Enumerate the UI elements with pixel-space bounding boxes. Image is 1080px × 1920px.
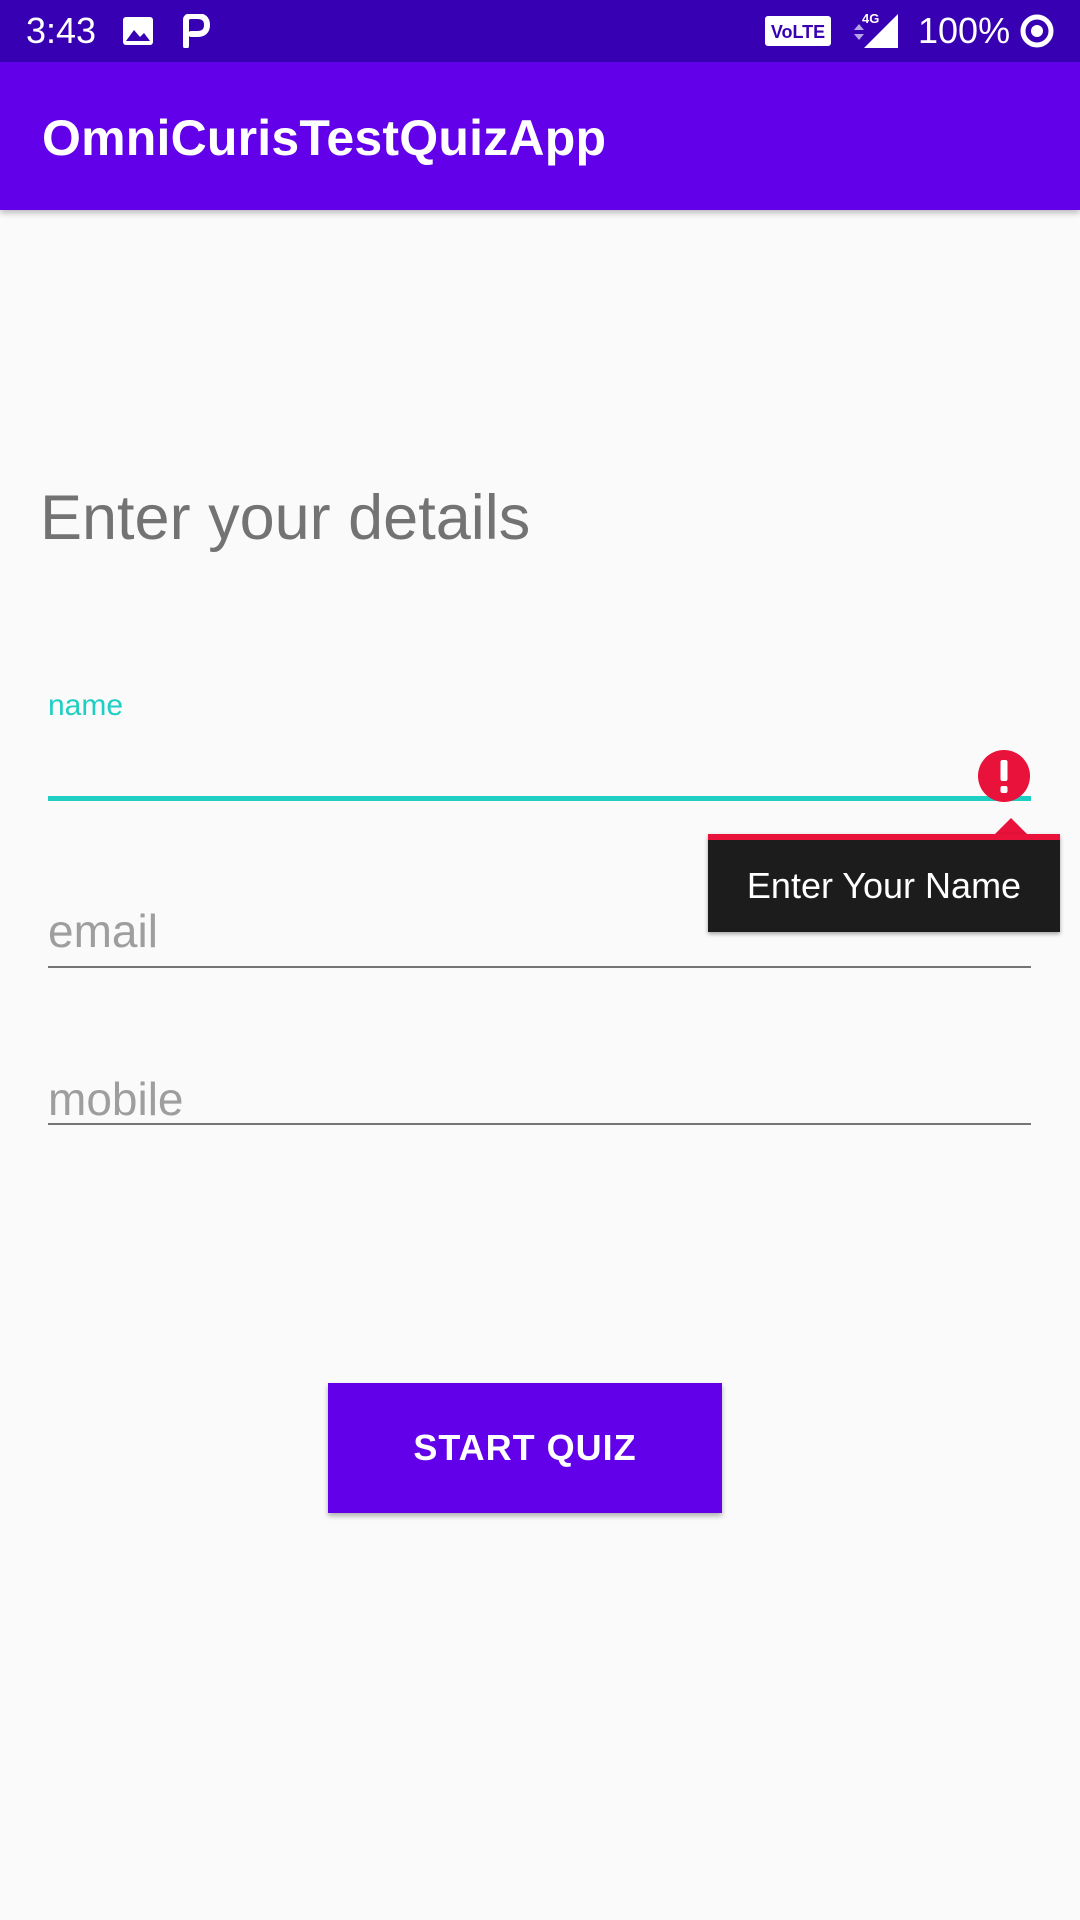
email-underline bbox=[48, 966, 1031, 968]
svg-text:4G: 4G bbox=[862, 11, 879, 26]
name-underline bbox=[48, 796, 1031, 801]
app-bar: OmniCurisTestQuizApp bbox=[0, 62, 1080, 210]
4g-signal-icon: 4G bbox=[854, 11, 898, 48]
mobile-input[interactable] bbox=[48, 1068, 1031, 1130]
form-heading: Enter your details bbox=[40, 483, 531, 553]
name-floating-label: name bbox=[48, 689, 124, 722]
volte-icon: VoLTE bbox=[765, 16, 831, 46]
app-title: OmniCurisTestQuizApp bbox=[42, 110, 607, 166]
error-message: Enter Your Name bbox=[746, 865, 1022, 906]
status-time: 3:43 bbox=[26, 10, 97, 51]
battery-ring-icon bbox=[1020, 14, 1054, 48]
start-quiz-button[interactable]: START QUIZ bbox=[328, 1383, 722, 1513]
paytm-p-icon bbox=[183, 14, 210, 48]
image-icon bbox=[123, 17, 153, 45]
mobile-underline bbox=[48, 1123, 1031, 1125]
mobile-field bbox=[48, 1068, 1031, 1138]
error-popup-arrow bbox=[995, 818, 1027, 834]
svg-text:VoLTE: VoLTE bbox=[771, 22, 825, 42]
error-popup: Enter Your Name bbox=[708, 834, 1060, 932]
name-field: name bbox=[48, 688, 1031, 804]
name-input[interactable] bbox=[48, 730, 1031, 786]
error-icon bbox=[978, 750, 1030, 802]
battery-percentage: 100% bbox=[918, 10, 1011, 51]
status-bar: 3:43 VoLTE 4G 100% bbox=[0, 0, 1080, 62]
